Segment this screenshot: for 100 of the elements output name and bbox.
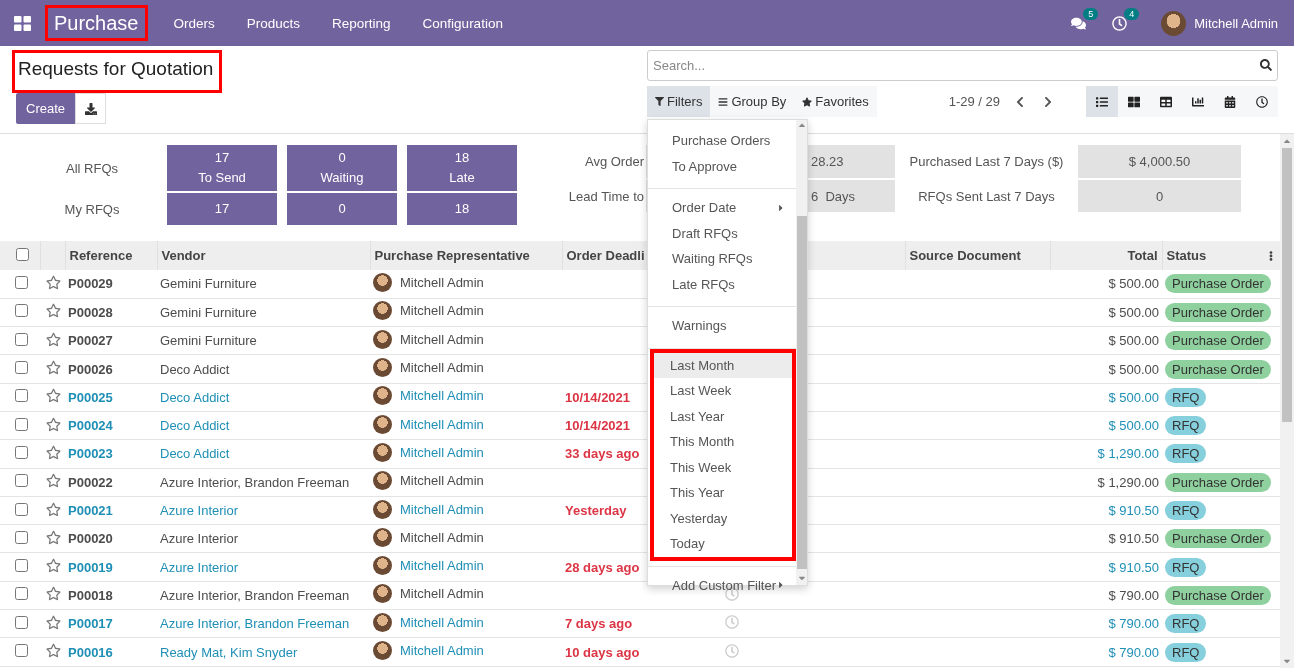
list-icon (1096, 95, 1108, 108)
apps-menu-icon[interactable] (14, 15, 31, 31)
star-icon[interactable] (46, 416, 61, 432)
row-checkbox[interactable] (15, 361, 28, 375)
filter-option[interactable]: Last Month (654, 352, 793, 378)
row-checkbox[interactable] (15, 304, 28, 318)
star-icon[interactable] (46, 558, 61, 574)
search-field[interactable]: Search... (647, 50, 1278, 81)
star-icon[interactable] (46, 444, 61, 460)
clock-icon[interactable] (1112, 15, 1128, 31)
menu-item[interactable]: Orders (173, 15, 215, 31)
rfq-count-tile[interactable]: 0 Waiting (287, 145, 397, 191)
star-icon[interactable] (46, 643, 61, 658)
user-name[interactable]: Mitchell Admin (1194, 15, 1278, 31)
select-all-checkbox[interactable] (16, 247, 29, 261)
row-checkbox[interactable] (15, 530, 28, 544)
menu-item[interactable]: Products (246, 15, 301, 31)
avatar (373, 527, 392, 547)
table-cell: $ 500.00 (1108, 333, 1159, 349)
table-cell: Azure Interior, Brandon Freeman (160, 587, 350, 603)
filter-option[interactable]: Late RFQs (652, 271, 793, 297)
calendar-icon (1224, 95, 1236, 108)
rfq-count-tile[interactable]: 0 (287, 193, 397, 225)
rfq-count-tile[interactable]: 18 (407, 193, 517, 225)
create-button[interactable]: Create (16, 93, 76, 124)
avatar (373, 556, 392, 576)
table-cell: Mitchell Admin (400, 360, 484, 376)
stat-label: Lead Time to (567, 187, 645, 206)
chat-icon[interactable] (1071, 15, 1087, 31)
filter-option[interactable]: Draft RFQs (652, 220, 793, 246)
filter-option[interactable]: Waiting RFQs (652, 246, 793, 272)
star-icon[interactable] (46, 388, 61, 404)
table-cell: Gemini Furniture (160, 333, 257, 349)
table-cell: $ 910.50 (1108, 503, 1159, 518)
table-cell: P00022 (68, 474, 113, 490)
status-badge: RFQ (1165, 416, 1207, 436)
avatar (373, 471, 392, 491)
table-cell: Mitchell Admin (400, 529, 484, 545)
column-header[interactable]: Total (1127, 248, 1158, 263)
rfq-count-tile[interactable]: 17 (167, 193, 277, 225)
row-checkbox[interactable] (15, 275, 28, 289)
status-badge: RFQ (1165, 642, 1207, 662)
menu-item[interactable]: Reporting (332, 15, 391, 31)
menu-item[interactable]: Configuration (422, 15, 503, 31)
star-icon[interactable] (46, 501, 61, 517)
row-checkbox[interactable] (15, 559, 28, 573)
download-button[interactable] (75, 93, 107, 124)
search-option-button[interactable]: Favorites (794, 86, 877, 117)
column-header[interactable]: Vendor (161, 248, 206, 263)
filter-option[interactable]: This Year (654, 480, 793, 506)
row-checkbox[interactable] (15, 474, 28, 488)
star-icon[interactable] (46, 274, 61, 290)
filter-option[interactable]: Warnings (652, 313, 793, 339)
row-checkbox[interactable] (15, 644, 28, 657)
row-checkbox[interactable] (15, 502, 28, 516)
star-icon[interactable] (46, 586, 61, 602)
avatar (373, 301, 392, 321)
filter-option[interactable]: This Week (654, 454, 793, 480)
search-icon[interactable] (1260, 59, 1272, 71)
row-checkbox[interactable] (15, 417, 28, 431)
status-badge: Purchase Order (1165, 331, 1271, 351)
table-cell: Azure Interior (160, 503, 239, 518)
table-cell: 7 days ago (565, 616, 633, 632)
chevron-right-icon (1042, 95, 1054, 108)
star-icon[interactable] (46, 303, 61, 319)
row-checkbox[interactable] (15, 445, 28, 459)
row-checkbox[interactable] (15, 389, 28, 403)
search-option-button[interactable]: Filters (647, 86, 711, 117)
row-checkbox[interactable] (15, 332, 28, 346)
chevron-left-icon (1014, 95, 1026, 108)
table-cell: 10 days ago (565, 644, 640, 660)
table-cell: Azure Interior, Brandon Freeman (160, 474, 350, 490)
search-option-button[interactable]: Group By (710, 86, 795, 117)
star-icon[interactable] (46, 529, 61, 545)
star-icon[interactable] (46, 473, 61, 489)
star-icon[interactable] (46, 614, 61, 630)
filter-option[interactable]: Today (654, 531, 793, 557)
star-icon[interactable] (46, 360, 61, 376)
table-cell: 10/14/2021 (565, 389, 631, 405)
table-cell: $ 1,290.00 (1097, 474, 1159, 490)
filter-option[interactable]: Last Year (654, 403, 793, 429)
rfq-count-tile[interactable]: 18 Late (407, 145, 517, 191)
column-header[interactable]: Order Deadli (566, 248, 645, 263)
app-title[interactable]: Purchase (45, 5, 148, 41)
star-icon[interactable] (46, 331, 61, 347)
row-checkbox[interactable] (15, 615, 28, 629)
filter-option[interactable]: Add Custom Filter (652, 572, 793, 598)
avatar (373, 329, 392, 349)
scrollbar[interactable] (1280, 134, 1294, 668)
table-cell: P00019 (68, 559, 113, 575)
filter-option[interactable]: Yesterday (654, 505, 793, 531)
filter-option[interactable]: This Month (654, 429, 793, 455)
dropdown-scrollbar[interactable] (796, 120, 807, 585)
rfq-count-tile[interactable]: 17 To Send (167, 145, 277, 191)
filter-option[interactable]: To Approve (652, 153, 793, 179)
column-header[interactable]: Status (1166, 248, 1207, 263)
user-avatar[interactable] (1161, 10, 1187, 36)
list-view-button[interactable] (1086, 86, 1118, 117)
filter-option[interactable]: Last Week (654, 378, 793, 404)
row-checkbox[interactable] (15, 587, 28, 601)
